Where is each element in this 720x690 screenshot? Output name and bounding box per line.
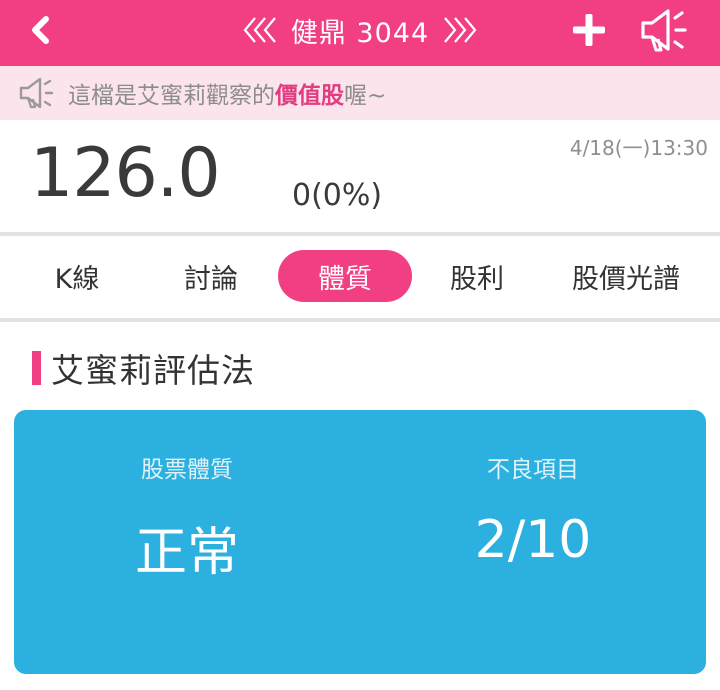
announcement-icon[interactable]	[638, 6, 690, 54]
header-bar: 健鼎 3044	[0, 0, 720, 66]
stock-health-label: 股票體質	[141, 457, 233, 483]
current-price: 126.0	[30, 134, 221, 213]
add-icon[interactable]	[570, 11, 608, 49]
tab-k-line[interactable]: K線	[22, 250, 132, 302]
speaker-icon	[19, 77, 54, 109]
section-title: 艾蜜莉評估法	[51, 351, 255, 390]
bad-items-column: 不良項目 2/10	[360, 410, 706, 674]
section-heading: 艾蜜莉評估法	[32, 344, 255, 392]
quote-panel: 126.0 0(0%) 4/18(一)13:30	[0, 120, 720, 232]
stock-health-column: 股票體質 正常	[14, 410, 360, 674]
tab-dividend[interactable]: 股利	[422, 250, 532, 302]
stock-title: 健鼎 3044	[290, 17, 430, 49]
tab-price-spectrum[interactable]: 股價光譜	[556, 250, 696, 302]
bad-items-value: 2/10	[474, 510, 592, 570]
evaluation-card: 股票體質 正常 不良項目 2/10	[14, 410, 706, 674]
notice-bar[interactable]: 這檔是艾蜜莉觀察的價值股喔~	[0, 66, 720, 120]
stock-health-value: 正常	[134, 523, 239, 583]
quote-timestamp: 4/18(一)13:30	[569, 136, 708, 160]
tab-fundamentals[interactable]: 體質	[278, 250, 412, 302]
price-change: 0(0%)	[292, 178, 383, 213]
notice-prefix: 這檔是艾蜜莉觀察的	[68, 83, 275, 109]
app-screen: 健鼎 3044 這檔是艾蜜莉觀察的價值股喔~ 126.0 0(0%) 4/18(…	[0, 0, 720, 690]
stock-switcher: 健鼎 3044	[240, 8, 480, 52]
notice-highlight: 價值股	[275, 83, 344, 109]
next-stock-icon[interactable]	[439, 15, 479, 45]
bad-items-label: 不良項目	[487, 457, 579, 483]
previous-stock-icon[interactable]	[241, 15, 281, 45]
notice-message: 這檔是艾蜜莉觀察的價值股喔~	[68, 76, 386, 110]
notice-suffix: 喔~	[344, 83, 387, 109]
tab-discussion[interactable]: 討論	[156, 250, 266, 302]
tab-bar: K線 討論 體質 股利 股價光譜	[0, 236, 720, 318]
divider	[0, 318, 720, 322]
section-marker	[32, 351, 41, 385]
back-icon[interactable]	[22, 10, 62, 50]
